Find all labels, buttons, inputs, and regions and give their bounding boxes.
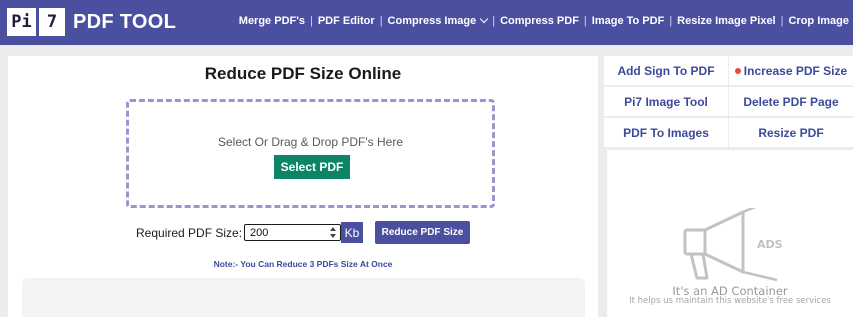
logo-pi-box: Pi [7, 8, 36, 36]
tool-resize-pdf[interactable]: Resize PDF [729, 118, 853, 147]
size-row: Required PDF Size: Kb Reduce PDF Size [8, 221, 598, 244]
tool-pdf-to-images[interactable]: PDF To Images [604, 118, 728, 147]
nav-separator: | [780, 15, 784, 27]
top-navbar: Pi 7 PDF TOOL Merge PDF's | PDF Editor |… [0, 0, 853, 45]
nav-separator: | [379, 15, 383, 27]
site-logo[interactable]: Pi 7 PDF TOOL [7, 7, 176, 37]
nav-resize-image-pixel[interactable]: Resize Image Pixel [677, 15, 775, 27]
required-size-input[interactable] [244, 224, 341, 241]
tool-increase-pdf-size-label: Increase PDF Size [743, 63, 848, 78]
spin-down-icon [330, 234, 336, 238]
drop-zone-text: Select Or Drag & Drop PDF's Here [217, 135, 403, 149]
sidebar-tools: Add Sign To PDF Increase PDF Size Pi7 Im… [604, 56, 853, 147]
main-panel: Reduce PDF Size Online Select Or Drag & … [8, 56, 598, 317]
main-nav: Merge PDF's | PDF Editor | Compress Imag… [239, 14, 849, 27]
nav-compress-pdf[interactable]: Compress PDF [500, 15, 579, 27]
megaphone-icon: ADS [683, 208, 783, 282]
spinner-arrows-icon[interactable] [328, 226, 338, 239]
note-text: Note:- You Can Reduce 3 PDFs Size At Onc… [213, 259, 393, 269]
file-list-area [22, 278, 585, 317]
tool-add-sign-to-pdf[interactable]: Add Sign To PDF [604, 56, 728, 85]
nav-separator: | [309, 15, 313, 27]
nav-pdf-editor[interactable]: PDF Editor [318, 15, 375, 27]
nav-merge-pdfs[interactable]: Merge PDF's [239, 15, 305, 27]
tool-pi7-image-tool[interactable]: Pi7 Image Tool [604, 87, 728, 116]
chevron-down-icon [479, 14, 489, 24]
select-pdf-button[interactable]: Select PDF [274, 155, 350, 179]
nav-image-to-pdf[interactable]: Image To PDF [592, 15, 665, 27]
nav-separator: | [669, 15, 673, 27]
ad-subtitle: It helps us maintain this website's free… [629, 296, 831, 306]
reduce-pdf-size-button[interactable]: Reduce PDF Size [375, 221, 470, 244]
page-title: Reduce PDF Size Online [204, 64, 402, 83]
ads-badge-text: ADS [757, 238, 783, 251]
tool-increase-pdf-size[interactable]: Increase PDF Size [729, 56, 853, 85]
pdf-drop-zone[interactable]: Select Or Drag & Drop PDF's Here Select … [126, 99, 495, 208]
spin-up-icon [330, 227, 336, 231]
nav-compress-image-label: Compress Image [387, 15, 477, 27]
nav-crop-image[interactable]: Crop Image [788, 15, 849, 27]
nav-separator: | [492, 15, 496, 27]
size-unit-badge: Kb [341, 222, 363, 243]
new-dot-icon [734, 67, 741, 74]
required-size-label: Required PDF Size: [136, 226, 243, 240]
tool-delete-pdf-page[interactable]: Delete PDF Page [729, 87, 853, 116]
logo-seven-box: 7 [39, 8, 65, 36]
nav-separator: | [583, 15, 587, 27]
logo-text: PDF TOOL [73, 10, 177, 33]
ad-container: ADS It's an AD Container It helps us mai… [607, 150, 853, 317]
nav-compress-image[interactable]: Compress Image [387, 14, 489, 27]
